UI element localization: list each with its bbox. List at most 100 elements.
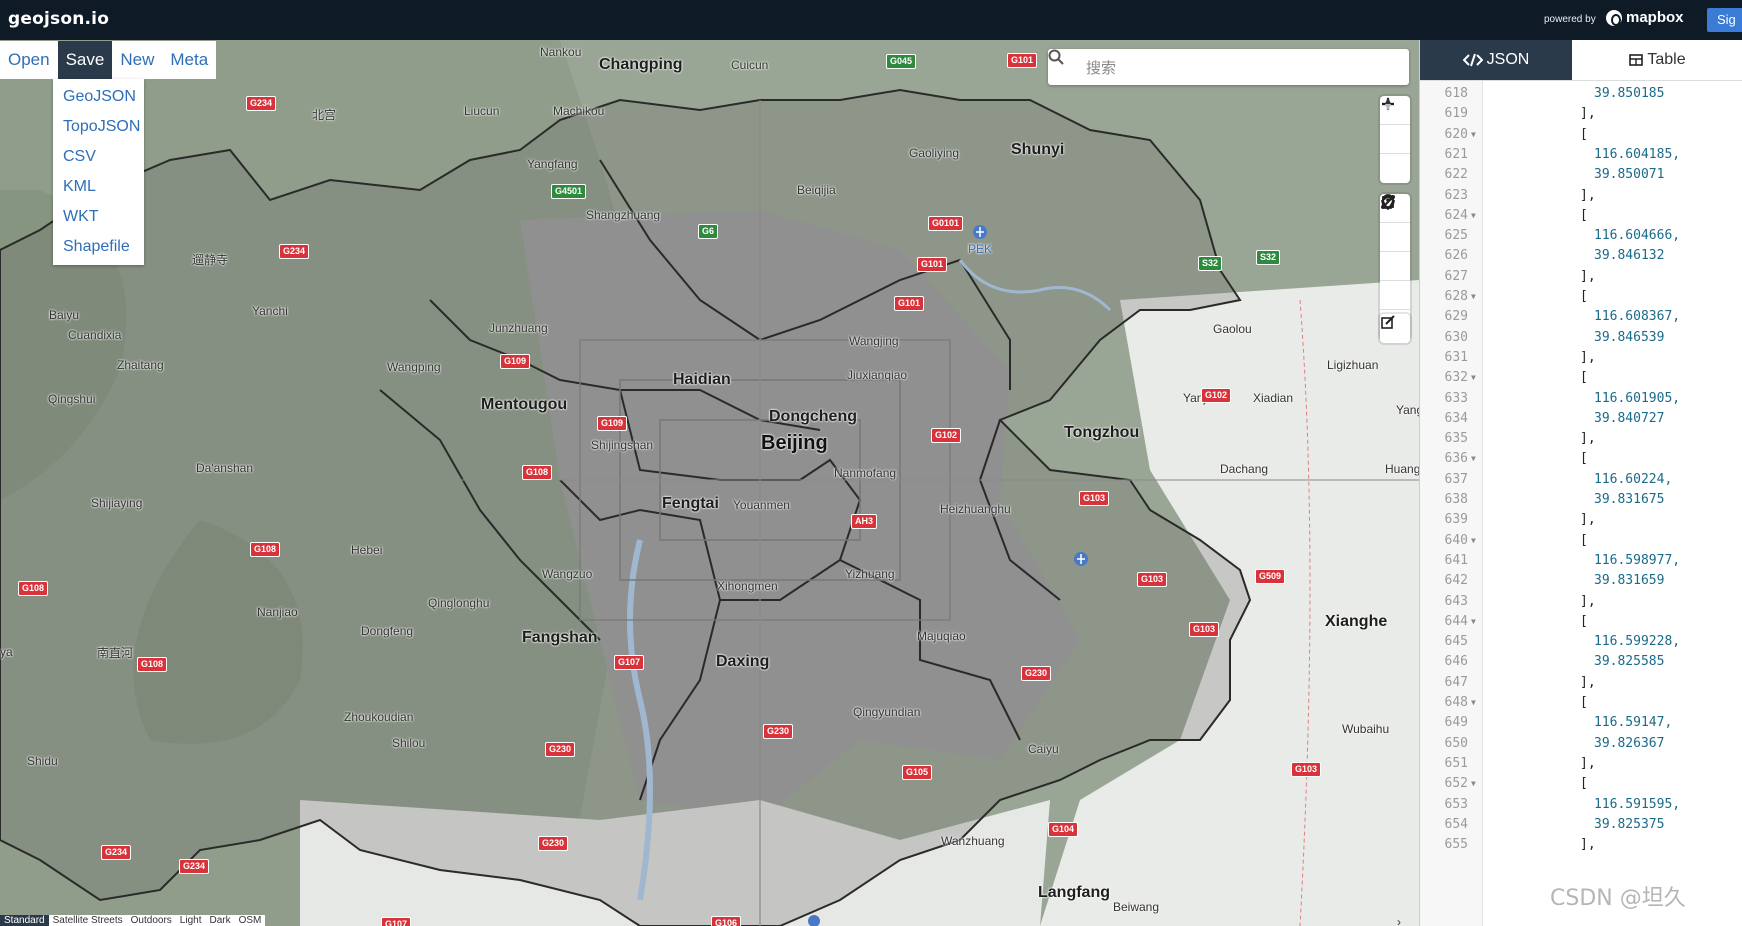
line-number: 629: [1444, 309, 1468, 325]
menu-meta[interactable]: Meta: [162, 41, 216, 79]
zoom-out-button[interactable]: [1380, 102, 1410, 154]
map-label: Fangshan: [522, 629, 598, 646]
code-text: 116.59147,: [1594, 715, 1673, 731]
json-editor[interactable]: 618 39.850185 619], 620 ▼[621 116.604185, 622 3…: [1420, 81, 1742, 926]
edit-button[interactable]: [1380, 314, 1410, 343]
menu-open[interactable]: Open: [0, 41, 58, 79]
fold-arrow-icon[interactable]: ▼: [1471, 773, 1476, 796]
code-line: 634 39.840727: [1420, 408, 1742, 431]
code-text: ],: [1580, 512, 1596, 528]
fold-arrow-icon[interactable]: ▼: [1471, 205, 1476, 228]
layer-outdoors[interactable]: Outdoors: [127, 915, 176, 926]
map-label: Nanjiao: [257, 605, 298, 619]
code-line: 648 ▼ [: [1420, 692, 1742, 715]
map-label: Shijingshan: [591, 438, 654, 452]
panel-toggle-arrow-icon[interactable]: ›: [1397, 915, 1401, 926]
draw-line-button[interactable]: [1380, 195, 1410, 252]
code-text: 39.831675: [1594, 492, 1665, 507]
road-shield: AH3: [851, 514, 878, 529]
map-label: Dachang: [1220, 462, 1269, 476]
search-input[interactable]: [1084, 55, 1398, 81]
map-label: Zhaitang: [117, 358, 164, 372]
code-line: 626 39.846132: [1420, 245, 1742, 268]
fold-arrow-icon[interactable]: ▼: [1471, 367, 1476, 390]
fold-arrow-icon[interactable]: ▼: [1471, 124, 1476, 147]
road-shield: G230: [545, 742, 576, 757]
save-kml[interactable]: KML: [53, 172, 144, 202]
line-number: 631: [1444, 349, 1468, 365]
tab-table[interactable]: Table: [1572, 40, 1742, 80]
airport-icon: [808, 915, 820, 926]
save-topojson[interactable]: TopoJSON: [53, 112, 144, 142]
code-line: 621 116.604185,: [1420, 144, 1742, 167]
code-line: 640 ▼ [: [1420, 530, 1742, 553]
save-geojson[interactable]: GeoJSON: [53, 82, 144, 112]
map-label: Shunyi: [1011, 141, 1065, 158]
line-number: 641: [1444, 552, 1468, 568]
airport-icon: [973, 225, 987, 239]
map-label: Dongcheng: [769, 408, 857, 425]
layer-standard[interactable]: Standard: [0, 915, 49, 926]
code-line: 655],: [1420, 834, 1742, 857]
menu-save[interactable]: Save: [57, 41, 113, 79]
road-shield: G234: [279, 244, 310, 259]
menu-new[interactable]: New: [112, 41, 162, 79]
map-label: Beijing: [761, 432, 828, 454]
line-number: 632: [1444, 370, 1468, 386]
code-text: 116.591595,: [1594, 796, 1681, 812]
fold-arrow-icon[interactable]: ▼: [1471, 286, 1476, 309]
road-shield: G4501: [551, 184, 587, 199]
code-text: 39.831659: [1594, 573, 1665, 589]
map-label: PEK: [968, 242, 993, 256]
line-number: 646: [1444, 654, 1468, 670]
map-label: Mentougou: [481, 396, 568, 413]
code-line: 652 ▼ [: [1420, 773, 1742, 796]
code-text: 39.825585: [1594, 654, 1665, 670]
code-text: 39.850071: [1594, 167, 1665, 183]
code-line: 654 39.825375: [1420, 814, 1742, 837]
map-label: Qinglonghu: [428, 596, 490, 610]
code-text: ],: [1580, 593, 1596, 609]
fold-arrow-icon[interactable]: ▼: [1471, 692, 1476, 715]
code-text: ],: [1580, 755, 1596, 771]
mapbox-wordmark: mapbox: [1626, 9, 1684, 26]
code-text: [: [1580, 776, 1588, 792]
edit-controls: [1380, 314, 1410, 343]
tab-json[interactable]: JSON: [1420, 40, 1572, 80]
layer-light[interactable]: Light: [176, 915, 206, 926]
compass-button[interactable]: [1380, 97, 1410, 183]
map-label: Ligizhuan: [1327, 358, 1379, 372]
tab-table-label: Table: [1647, 51, 1686, 68]
code-text: 39.850185: [1594, 86, 1665, 101]
line-number: 635: [1444, 431, 1468, 447]
map-label: Baiyu: [49, 308, 80, 322]
save-wkt[interactable]: WKT: [53, 202, 144, 232]
brand-logo[interactable]: geojson.io: [8, 9, 109, 29]
sign-in-button[interactable]: Sig: [1707, 8, 1742, 32]
map-label: Langfang: [1038, 884, 1110, 901]
save-shapefile[interactable]: Shapefile: [53, 232, 144, 262]
save-csv[interactable]: CSV: [53, 142, 144, 172]
draw-polygon-button[interactable]: [1380, 194, 1410, 281]
line-number: 625: [1444, 228, 1468, 244]
draw-rectangle-button[interactable]: [1380, 196, 1410, 310]
line-number: 637: [1444, 471, 1468, 487]
map-label: Zhoukoudian: [344, 710, 414, 724]
code-text: 116.604185,: [1594, 146, 1681, 162]
map-label: Changping: [599, 56, 683, 73]
layer-satellite-streets[interactable]: Satellite Streets: [49, 915, 127, 926]
line-number: 636: [1444, 451, 1468, 467]
code-line: 633 116.601905,: [1420, 388, 1742, 411]
code-text: ],: [1580, 431, 1596, 447]
fold-arrow-icon[interactable]: ▼: [1471, 448, 1476, 471]
line-number: 623: [1444, 187, 1468, 203]
fold-arrow-icon[interactable]: ▼: [1471, 530, 1476, 553]
fold-arrow-icon[interactable]: ▼: [1471, 611, 1476, 634]
layer-dark[interactable]: Dark: [205, 915, 234, 926]
line-number: 633: [1444, 390, 1468, 406]
road-shield: G103: [1189, 622, 1220, 637]
map-canvas[interactable]: Nankou Changping Cuicun 北宫 Liucun Machik…: [0, 40, 1419, 926]
road-shield: G234: [101, 845, 132, 860]
layer-osm[interactable]: OSM: [235, 915, 266, 926]
code-line: 632 ▼ [: [1420, 367, 1742, 390]
